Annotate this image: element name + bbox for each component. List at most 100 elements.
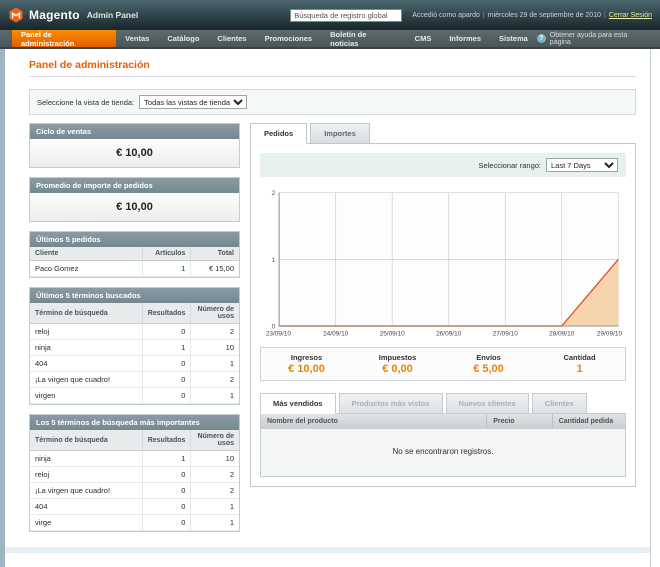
stat-label: Impuestos [352,353,443,362]
magento-logo-icon [8,7,24,23]
tab-importes[interactable]: Importes [310,123,370,144]
current-date: miércoles 29 de septiembre de 2010 [488,12,601,19]
column-header: Total [191,247,239,261]
last-orders-title: Últimos 5 pedidos [30,232,239,247]
range-select[interactable]: Last 7 Days [546,158,618,172]
table-cell: virge [30,515,142,531]
main-nav: Panel de administración Ventas Catálogo … [0,30,660,49]
stat-envios: Envíos € 5,00 [443,353,534,375]
footer-strip [5,547,650,553]
products-table: Nombre del producto Precio Cantidad pedi… [261,414,625,476]
column-header: Resultados [142,430,191,451]
range-selector-bar: Seleccionar rango: Last 7 Days [260,153,626,177]
table-cell: 10 [191,451,239,467]
nav-item-sistema[interactable]: Sistema [490,30,537,47]
avg-order-title: Promedio de importe de pedidos [30,178,239,193]
nav-item-catalogo[interactable]: Catálogo [158,30,208,47]
svg-text:28/09/10: 28/09/10 [549,331,575,338]
column-header: Término de búsqueda [30,430,142,451]
column-header: Cantidad pedida [552,414,625,429]
table-cell: 2 [191,372,239,388]
column-header: Término de búsqueda [30,303,142,324]
nav-item-cms[interactable]: CMS [406,30,441,47]
logged-in-as: Accedió como apardo [412,12,480,19]
chart-tabs: Pedidos Importes [250,123,636,144]
tab-nuevos-clientes[interactable]: Nuevos clientes [446,393,529,414]
stat-impuestos: Impuestos € 0,00 [352,353,443,375]
bottom-tabs: Más vendidos Productos más vistos Nuevos… [260,393,626,414]
last-orders-widget: Últimos 5 pedidos Cliente Artículos Tota… [29,231,240,278]
table-cell: 0 [142,467,191,483]
table-cell: Paco Gomez [30,261,143,277]
dashboard-left-column: Ciclo de ventas € 10,00 Promedio de impo… [29,123,240,541]
table-cell: 1 [191,388,239,404]
help-icon: ? [537,34,546,43]
stat-value: 1 [534,363,625,375]
stat-cantidad: Cantidad 1 [534,353,625,375]
svg-text:27/09/10: 27/09/10 [493,331,519,338]
table-row: 40401 [30,499,239,515]
last-orders-table: Cliente Artículos Total Paco Gomez1€ 15,… [30,247,239,277]
tab-pedidos[interactable]: Pedidos [250,123,307,144]
empty-row: No se encontraron registros. [261,429,625,476]
tab-clientes[interactable]: Clientes [532,393,587,414]
nav-item-promociones[interactable]: Promociones [256,30,322,47]
table-row: reloj02 [30,324,239,340]
column-header: Número de usos [191,430,239,451]
page-title: Panel de administración [5,49,650,76]
nav-item-informes[interactable]: Informes [440,30,490,47]
column-header: Cliente [30,247,143,261]
table-cell: 1 [142,340,191,356]
table-cell: 0 [142,388,191,404]
column-header: Precio [487,414,553,429]
stat-label: Envíos [443,353,534,362]
svg-text:29/09/10: 29/09/10 [597,331,623,338]
svg-text:0: 0 [272,323,276,330]
table-cell: 1 [143,261,191,277]
top-header: Magento Admin Panel Accedió como apardo|… [0,0,660,30]
tab-productos-mas-vistos[interactable]: Productos más vistos [339,393,443,414]
table-row: ninja110 [30,451,239,467]
sales-cycle-widget: Ciclo de ventas € 10,00 [29,123,240,168]
table-cell: 0 [142,499,191,515]
stat-value: € 0,00 [352,363,443,375]
table-row: ¡La virgen que cuadro!02 [30,483,239,499]
table-cell: ninja [30,340,142,356]
logout-link[interactable]: Cerrar Sesión [609,12,652,19]
stat-ingresos: Ingresos € 10,00 [261,353,352,375]
table-cell: 2 [191,324,239,340]
nav-item-ventas[interactable]: Ventas [116,30,158,47]
table-cell: 2 [191,483,239,499]
range-label: Seleccionar rango: [478,161,541,170]
help-label: Obtener ayuda para esta página [550,32,650,46]
table-cell: 2 [191,467,239,483]
svg-text:1: 1 [272,257,276,264]
table-cell: 1 [191,499,239,515]
nav-item-boletin[interactable]: Boletín de noticias [321,30,406,47]
table-row: virge01 [30,515,239,531]
tab-mas-vendidos[interactable]: Más vendidos [260,393,336,414]
chart-panel: Seleccionar rango: Last 7 Days 0 1 2 23/09/… [250,143,636,487]
table-cell: 404 [30,356,142,372]
avg-order-widget: Promedio de importe de pedidos € 10,00 [29,177,240,222]
svg-text:23/09/10: 23/09/10 [266,331,292,338]
table-cell: ¡La virgen que cuadro! [30,372,142,388]
table-cell: 0 [142,515,191,531]
nav-item-clientes[interactable]: Clientes [208,30,255,47]
avg-order-value: € 10,00 [30,193,239,221]
column-header: Nombre del producto [261,414,487,429]
svg-text:26/09/10: 26/09/10 [436,331,462,338]
table-cell: reloj [30,467,142,483]
table-cell: 1 [142,451,191,467]
store-view-select[interactable]: Todas las vistas de tienda [139,95,247,109]
table-row: ninja110 [30,340,239,356]
help-link[interactable]: ? Obtener ayuda para esta página [537,30,660,47]
global-search-input[interactable] [290,9,402,22]
table-row: ¡La virgen que cuadro!02 [30,372,239,388]
table-cell: ninja [30,451,142,467]
products-table-box: Nombre del producto Precio Cantidad pedi… [260,413,626,477]
column-header: Artículos [143,247,191,261]
svg-text:2: 2 [272,190,276,197]
nav-item-dashboard[interactable]: Panel de administración [12,30,116,47]
stat-value: € 10,00 [261,363,352,375]
